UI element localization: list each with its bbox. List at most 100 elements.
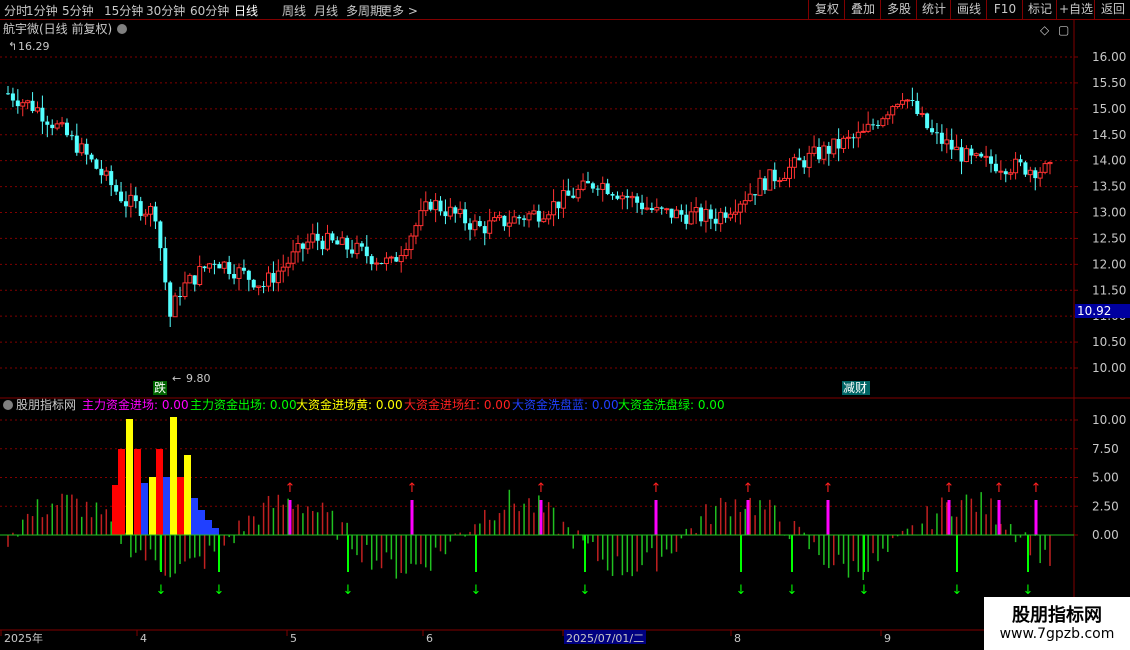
candle-body-down	[10, 93, 15, 101]
candle-body-down	[826, 145, 831, 154]
candle-body-up	[865, 123, 871, 132]
candle-body-up	[383, 257, 389, 265]
toolbar-button-7[interactable]: +自选	[1056, 0, 1095, 19]
toolbar-button-5[interactable]: F10	[986, 0, 1023, 19]
candle-body-up	[25, 100, 31, 104]
candle-body-up	[806, 152, 812, 168]
candle-body-up	[575, 188, 581, 199]
candle-body-up	[295, 243, 301, 253]
candle-body-down	[345, 237, 350, 250]
period-tab-1[interactable]: 1分钟	[26, 2, 58, 19]
candle-body-down	[477, 221, 482, 227]
candle-body-down	[69, 135, 74, 137]
candle-body-up	[944, 139, 950, 145]
candle-body-down	[463, 209, 468, 224]
candle-body-up	[644, 207, 650, 210]
candle-body-down	[566, 190, 571, 196]
candle-body-up	[855, 131, 861, 139]
period-tab-8[interactable]: 月线	[314, 2, 338, 19]
period-tab-2[interactable]: 5分钟	[62, 2, 94, 19]
candle-body-down	[640, 202, 645, 210]
candle-body-up	[963, 148, 969, 163]
exit-arrow-icon: ↓	[343, 583, 354, 598]
candle-body-down	[522, 218, 527, 220]
candle-body-up	[34, 107, 40, 112]
candle-body-up	[497, 215, 503, 219]
entry-arrow-icon: ↑	[651, 481, 662, 496]
main-y-tick-label: 16.00	[1092, 50, 1126, 64]
period-tab-7[interactable]: 周线	[282, 2, 306, 19]
candle-body-down	[114, 185, 119, 192]
candle-body-up	[654, 206, 660, 211]
candle-body-down	[816, 146, 821, 160]
candle-body-down	[246, 270, 251, 280]
period-tab-5[interactable]: 60分钟	[190, 2, 229, 19]
main-entry-bar	[746, 500, 750, 535]
exit-arrow-icon: ↓	[787, 583, 798, 598]
candle-body-up	[54, 123, 60, 129]
candle-body-up	[408, 235, 414, 251]
candle-body-down	[428, 201, 433, 210]
period-tab-10[interactable]: 更多 >	[380, 2, 418, 19]
period-tab-9[interactable]: 多周期	[346, 2, 382, 19]
candle-body-down	[802, 160, 807, 168]
candle-body-up	[541, 218, 547, 223]
candle-body-up	[506, 222, 512, 227]
candle-body-up	[79, 143, 85, 154]
candle-body-up	[413, 225, 419, 237]
candle-body-down	[610, 194, 615, 196]
period-tab-6[interactable]: 日线	[234, 2, 258, 19]
candle-body-up	[103, 170, 109, 176]
candle-body-down	[482, 226, 487, 234]
toolbar-button-8[interactable]: 返回	[1094, 0, 1130, 19]
main-y-tick-label: 15.50	[1092, 76, 1126, 90]
badge-die: 跌	[154, 380, 166, 395]
toolbar-button-3[interactable]: 统计	[916, 0, 951, 19]
indicator-legend-3: 大资金进场红: 0.00	[404, 397, 511, 412]
candle-body-up	[718, 211, 724, 225]
main-entry-bar	[997, 500, 1001, 535]
candle-body-down	[915, 100, 920, 114]
candle-body-down	[595, 188, 600, 190]
candle-body-down	[910, 100, 915, 102]
candle-body-up	[693, 207, 699, 213]
candle-body-down	[708, 209, 713, 219]
toolbar-button-1[interactable]: 叠加	[844, 0, 881, 19]
ind-y-tick-label: 7.50	[1092, 442, 1119, 456]
candle-body-down	[649, 208, 654, 210]
exit-arrow-icon: ↓	[471, 583, 482, 598]
candle-body-up	[688, 211, 694, 225]
candle-body-down	[261, 286, 266, 288]
candle-body-down	[315, 233, 320, 241]
toolbar-button-4[interactable]: 画线	[950, 0, 987, 19]
indicator-bars	[7, 417, 1051, 581]
main-title: 航宇微(日线 前复权)	[3, 21, 112, 36]
candle-body-down	[109, 171, 114, 186]
candle-body-up	[256, 285, 262, 288]
period-tab-4[interactable]: 30分钟	[146, 2, 185, 19]
candle-body-down	[133, 195, 138, 202]
candle-body-down	[934, 132, 939, 134]
candle-body-up	[1013, 158, 1019, 174]
candle-body-up	[148, 205, 154, 215]
candle-body-up	[787, 166, 792, 179]
candle-body-down	[1003, 171, 1008, 175]
candle-body-up	[275, 270, 281, 284]
candle-body-down	[502, 215, 507, 227]
candle-body-up	[1008, 172, 1014, 175]
candle-body-down	[590, 183, 595, 189]
candle-body-up	[388, 256, 394, 259]
capital-block	[134, 449, 141, 535]
badge-jiancai: 减财	[843, 381, 867, 395]
candle-body-down	[925, 113, 930, 129]
candle-body-up	[128, 194, 134, 207]
period-tab-0[interactable]: 分时	[4, 2, 28, 19]
toolbar-button-6[interactable]: 标记	[1022, 0, 1057, 19]
candle-body-up	[472, 220, 478, 231]
toolbar-button-0[interactable]: 复权	[808, 0, 845, 19]
period-tab-3[interactable]: 15分钟	[104, 2, 143, 19]
candle-body-down	[212, 263, 217, 265]
candle-body-down	[15, 100, 20, 107]
toolbar-button-2[interactable]: 多股	[880, 0, 917, 19]
candle-body-down	[959, 147, 964, 162]
